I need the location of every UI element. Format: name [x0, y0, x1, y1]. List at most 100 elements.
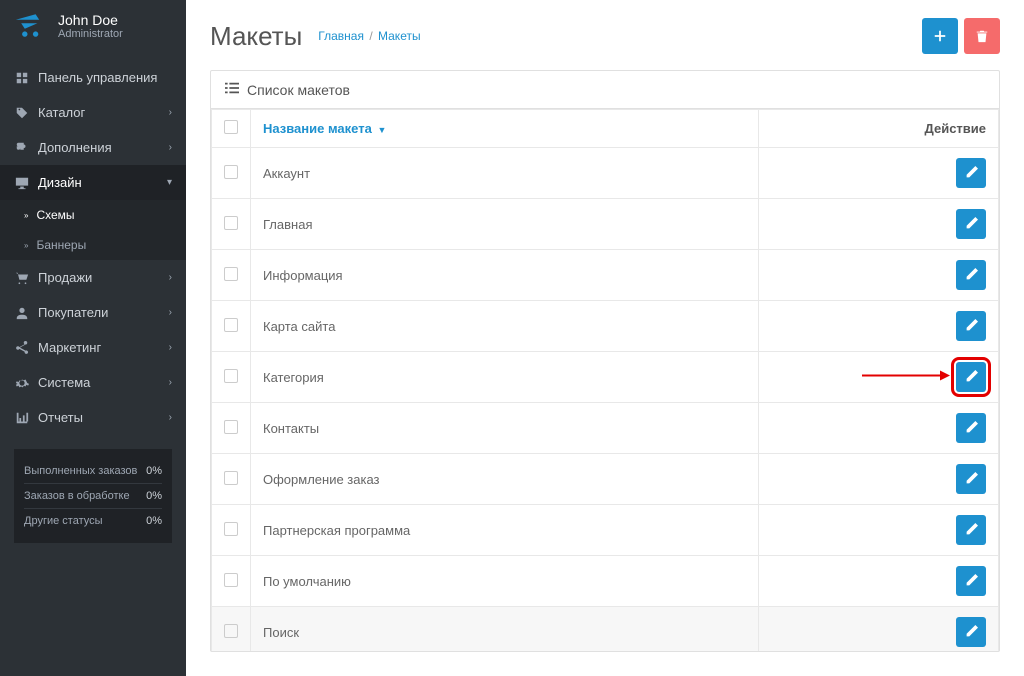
row-name: Карта сайта [263, 319, 335, 334]
row-name-cell: Поиск [251, 607, 759, 652]
chevron-down-icon: ▾ [167, 177, 172, 188]
stats-widget: Выполненных заказов0%Заказов в обработке… [14, 449, 172, 543]
user-icon [14, 306, 30, 320]
row-checkbox-cell [212, 352, 251, 403]
delete-button[interactable] [964, 18, 1000, 54]
edit-button[interactable] [956, 311, 986, 341]
row-action-cell [759, 148, 999, 199]
row-checkbox[interactable] [224, 369, 238, 383]
user-info: John Doe Administrator [58, 12, 123, 40]
table-row: Информация [212, 250, 999, 301]
sidebar-item-label: Продажи [38, 270, 169, 285]
row-checkbox[interactable] [224, 165, 238, 179]
trash-icon [975, 29, 989, 43]
edit-button[interactable] [956, 260, 986, 290]
row-action-cell [759, 556, 999, 607]
row-checkbox[interactable] [224, 522, 238, 536]
sidebar-item-6[interactable]: Маркетинг› [0, 330, 186, 365]
sidebar-nav: Панель управленияКаталог›Дополнения›Диза… [0, 60, 186, 435]
user-name: John Doe [58, 12, 123, 28]
pencil-icon [964, 319, 978, 333]
edit-button[interactable] [956, 464, 986, 494]
stat-row-1: Заказов в обработке0% [24, 484, 162, 509]
stat-label: Другие статусы [24, 515, 103, 527]
row-checkbox[interactable] [224, 267, 238, 281]
monitor-icon [14, 176, 30, 190]
sidebar-item-5[interactable]: Покупатели› [0, 295, 186, 330]
row-checkbox-cell [212, 505, 251, 556]
col-action-header: Действие [759, 110, 999, 148]
sidebar-item-8[interactable]: Отчеты› [0, 400, 186, 435]
table-row: По умолчанию [212, 556, 999, 607]
sidebar-item-label: Каталог [38, 105, 169, 120]
add-button[interactable] [922, 18, 958, 54]
stat-row-2: Другие статусы0% [24, 509, 162, 533]
pencil-icon [964, 421, 978, 435]
sidebar-subitem-1[interactable]: »Баннеры [0, 230, 186, 260]
table-row: Контакты [212, 403, 999, 454]
table-header-row: Название макета ▼ Действие [212, 110, 999, 148]
row-checkbox-cell [212, 250, 251, 301]
layouts-table: Название макета ▼ Действие АккаунтГлавна… [211, 109, 999, 651]
breadcrumb-current[interactable]: Макеты [378, 29, 421, 43]
row-checkbox-cell [212, 454, 251, 505]
edit-button[interactable] [956, 566, 986, 596]
row-checkbox[interactable] [224, 471, 238, 485]
col-action-label: Действие [925, 121, 986, 136]
row-name: Информация [263, 268, 343, 283]
row-action-cell [759, 199, 999, 250]
row-checkbox[interactable] [224, 624, 238, 638]
chevron-right-icon: › [169, 412, 172, 423]
table-row: Категория [212, 352, 999, 403]
row-action-cell [759, 505, 999, 556]
stat-row-0: Выполненных заказов0% [24, 459, 162, 484]
stat-value: 0% [146, 490, 162, 502]
sidebar-item-label: Дополнения [38, 140, 169, 155]
sidebar-item-1[interactable]: Каталог› [0, 95, 186, 130]
edit-button[interactable] [956, 413, 986, 443]
edit-button[interactable] [956, 209, 986, 239]
breadcrumb-sep: / [369, 29, 372, 43]
row-name-cell: Информация [251, 250, 759, 301]
sidebar-subitem-0[interactable]: »Схемы [0, 200, 186, 230]
chevron-right-icon: › [169, 307, 172, 318]
sidebar-subitem-label: Баннеры [36, 238, 86, 252]
row-checkbox-cell [212, 556, 251, 607]
edit-button[interactable] [956, 362, 986, 392]
row-action-cell [759, 352, 999, 403]
row-checkbox-cell [212, 199, 251, 250]
sidebar-item-0[interactable]: Панель управления [0, 60, 186, 95]
row-checkbox-cell [212, 301, 251, 352]
row-checkbox[interactable] [224, 216, 238, 230]
row-action-cell [759, 301, 999, 352]
user-role: Administrator [58, 28, 123, 40]
sidebar-header: John Doe Administrator [0, 0, 186, 60]
cart-icon [14, 271, 30, 285]
col-name-label: Название макета [263, 121, 372, 136]
sidebar-item-7[interactable]: Система› [0, 365, 186, 400]
page-header: Макеты Главная / Макеты [186, 0, 1024, 70]
chevron-right-icon: › [169, 342, 172, 353]
edit-button[interactable] [956, 617, 986, 647]
sort-caret-icon: ▼ [377, 125, 386, 135]
sidebar-item-label: Покупатели [38, 305, 169, 320]
pencil-icon [964, 166, 978, 180]
sidebar-item-2[interactable]: Дополнения› [0, 130, 186, 165]
row-checkbox[interactable] [224, 420, 238, 434]
col-checkbox [212, 110, 251, 148]
sidebar-item-3[interactable]: Дизайн▾ [0, 165, 186, 200]
edit-button[interactable] [956, 515, 986, 545]
row-checkbox[interactable] [224, 318, 238, 332]
sidebar-item-4[interactable]: Продажи› [0, 260, 186, 295]
edit-button[interactable] [956, 158, 986, 188]
row-checkbox[interactable] [224, 573, 238, 587]
select-all-checkbox[interactable] [224, 120, 238, 134]
breadcrumb-home[interactable]: Главная [318, 29, 364, 43]
chevron-right-icon: › [169, 107, 172, 118]
page-title: Макеты [210, 21, 302, 52]
pencil-icon [964, 574, 978, 588]
table-row: Главная [212, 199, 999, 250]
col-name-header[interactable]: Название макета ▼ [251, 110, 759, 148]
sidebar: John Doe Administrator Панель управления… [0, 0, 186, 676]
row-checkbox-cell [212, 148, 251, 199]
